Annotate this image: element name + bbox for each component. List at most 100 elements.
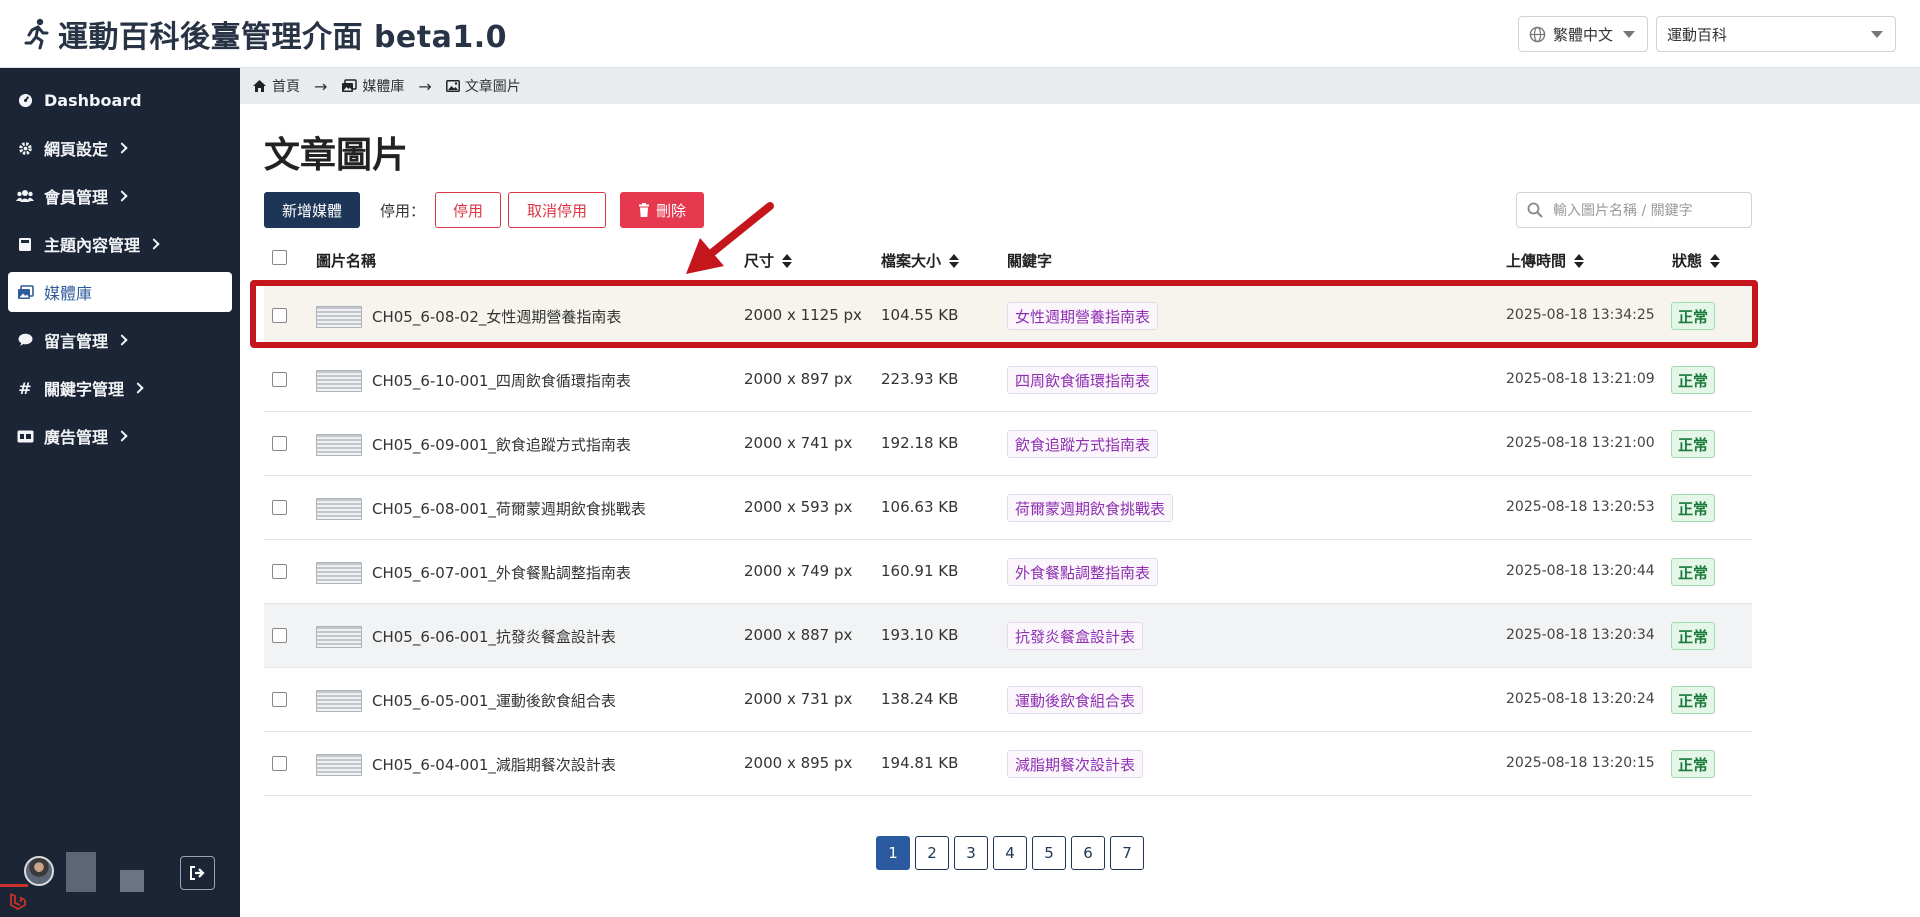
language-select-value: 繁體中文 [1553,25,1614,44]
image-thumbnail[interactable] [316,370,362,392]
column-header-file-size[interactable]: 檔案大小 [881,250,960,271]
sidebar-item-ads[interactable]: 廣告管理 [8,416,232,456]
row-checkbox[interactable] [272,500,287,515]
sidebar-item-members[interactable]: 會員管理 [8,176,232,216]
enable-button[interactable]: 取消停用 [508,192,606,228]
image-name[interactable]: CH05_6-09-001_飲食追蹤方式指南表 [372,434,631,455]
sidebar-item-topic-content[interactable]: 主題內容管理 [8,224,232,264]
image-name[interactable]: CH05_6-08-001_荷爾蒙週期飲食挑戰表 [372,498,646,519]
table-row[interactable]: CH05_6-07-001_外食餐點調整指南表 2000 x 749 px 16… [264,540,1752,604]
upload-time: 2025-08-18 13:20:34 [1506,627,1655,643]
image-dimensions: 2000 x 887 px [744,626,853,644]
row-checkbox[interactable] [272,564,287,579]
column-header-upload-time[interactable]: 上傳時間 [1506,250,1585,271]
column-header-size[interactable]: 尺寸 [744,250,793,271]
page-button[interactable]: 2 [915,836,949,870]
sidebar-item-comments[interactable]: 留言管理 [8,320,232,360]
avatar[interactable] [24,856,54,886]
sidebar-item-label: 會員管理 [44,188,109,207]
status-badge: 正常 [1671,430,1716,458]
sort-icon [1574,253,1585,268]
file-size: 223.93 KB [881,370,959,388]
breadcrumb: 首頁 → 媒體庫 → 文章圖片 [240,68,1920,104]
sidebar-item-web-settings[interactable]: 網頁設定 [8,128,232,168]
table-row[interactable]: CH05_6-05-001_運動後飲食組合表 2000 x 731 px 138… [264,668,1752,732]
page-button[interactable]: 7 [1110,836,1144,870]
laravel-icon[interactable] [8,890,30,912]
row-checkbox[interactable] [272,372,287,387]
keyword-tag[interactable]: 女性週期營養指南表 [1007,302,1159,330]
image-dimensions: 2000 x 897 px [744,370,853,388]
keyword-tag[interactable]: 荷爾蒙週期飲食挑戰表 [1007,494,1174,522]
image-name[interactable]: CH05_6-04-001_減脂期餐次設計表 [372,754,616,775]
table-row[interactable]: CH05_6-04-001_減脂期餐次設計表 2000 x 895 px 194… [264,732,1752,796]
row-checkbox[interactable] [272,436,287,451]
chevron-right-icon [148,238,160,250]
main-content: 文章圖片 新增媒體 停用： 停用 取消停用 刪除 輸入圖片名稱 / 關鍵字 圖片… [240,104,1920,917]
disable-button[interactable]: 停用 [435,192,501,228]
pagination: 1 2 3 4 5 6 7 [876,836,1149,870]
page-button[interactable]: 4 [993,836,1027,870]
sidebar-item-keywords[interactable]: # 關鍵字管理 [8,368,232,408]
image-dimensions: 2000 x 593 px [744,498,853,516]
table-row[interactable]: CH05_6-09-001_飲食追蹤方式指南表 2000 x 741 px 19… [264,412,1752,476]
keyword-tag[interactable]: 抗發炎餐盒設計表 [1007,622,1144,650]
framework-indicator-line [0,884,28,887]
image-name[interactable]: CH05_6-07-001_外食餐點調整指南表 [372,562,631,583]
image-thumbnail[interactable] [316,562,362,584]
row-checkbox[interactable] [272,308,287,323]
sidebar-item-media-library[interactable]: 媒體庫 [8,272,232,312]
table-row[interactable]: CH05_6-08-02_女性週期營養指南表 2000 x 1125 px 10… [264,284,1752,348]
image-thumbnail[interactable] [316,754,362,776]
image-thumbnail[interactable] [316,306,362,328]
sidebar-item-label: 主題內容管理 [44,236,141,255]
image-dimensions: 2000 x 1125 px [744,306,862,324]
table-row[interactable]: CH05_6-10-001_四周飲食循環指南表 2000 x 897 px 22… [264,348,1752,412]
search-input[interactable]: 輸入圖片名稱 / 關鍵字 [1516,192,1752,228]
keyword-tag[interactable]: 飲食追蹤方式指南表 [1007,430,1159,458]
image-thumbnail[interactable] [316,434,362,456]
sidebar-item-label: Dashboard [44,90,142,110]
page-button[interactable]: 3 [954,836,988,870]
column-header-status[interactable]: 狀態 [1672,250,1721,271]
keyword-tag[interactable]: 外食餐點調整指南表 [1007,558,1159,586]
row-checkbox[interactable] [272,628,287,643]
chevron-right-icon [132,382,144,394]
keyword-tag[interactable]: 四周飲食循環指南表 [1007,366,1159,394]
sidebar-item-label: 廣告管理 [44,428,109,447]
language-select[interactable]: 繁體中文 [1518,16,1648,52]
table-header: 圖片名稱 尺寸 檔案大小 關鍵字 上傳時間 狀態 [264,242,1752,278]
keyword-tag[interactable]: 減脂期餐次設計表 [1007,750,1144,778]
breadcrumb-home[interactable]: 首頁 [252,76,300,96]
image-name[interactable]: CH05_6-05-001_運動後飲食組合表 [372,690,616,711]
file-size: 106.63 KB [881,498,959,516]
row-checkbox[interactable] [272,756,287,771]
table-row[interactable]: CH05_6-06-001_抗發炎餐盒設計表 2000 x 887 px 193… [264,604,1752,668]
page-button[interactable]: 5 [1032,836,1066,870]
image-thumbnail[interactable] [316,690,362,712]
breadcrumb-media[interactable]: 媒體庫 [341,76,404,96]
page-button[interactable]: 1 [876,836,910,870]
image-name[interactable]: CH05_6-06-001_抗發炎餐盒設計表 [372,626,616,647]
row-checkbox[interactable] [272,692,287,707]
page-button[interactable]: 6 [1071,836,1105,870]
sort-icon [782,253,793,268]
image-dimensions: 2000 x 731 px [744,690,853,708]
images-icon [16,284,34,300]
image-name[interactable]: CH05_6-10-001_四周飲食循環指南表 [372,370,631,391]
delete-button[interactable]: 刪除 [620,192,704,228]
app-title: 運動百科後臺管理介面 beta1.0 [22,12,507,56]
logout-button[interactable] [180,856,215,890]
sidebar-item-label: 媒體庫 [44,284,93,303]
sidebar-item-dashboard[interactable]: Dashboard [8,80,232,120]
add-media-button[interactable]: 新增媒體 [264,192,360,228]
image-name[interactable]: CH05_6-08-02_女性週期營養指南表 [372,306,621,327]
user-name-redacted [66,852,96,892]
keyword-tag[interactable]: 運動後飲食組合表 [1007,686,1144,714]
site-select[interactable]: 運動百科 [1656,16,1896,52]
image-thumbnail[interactable] [316,626,362,648]
select-all-checkbox[interactable] [272,250,287,265]
table-row[interactable]: CH05_6-08-001_荷爾蒙週期飲食挑戰表 2000 x 593 px 1… [264,476,1752,540]
search-placeholder: 輸入圖片名稱 / 關鍵字 [1553,203,1693,219]
image-thumbnail[interactable] [316,498,362,520]
